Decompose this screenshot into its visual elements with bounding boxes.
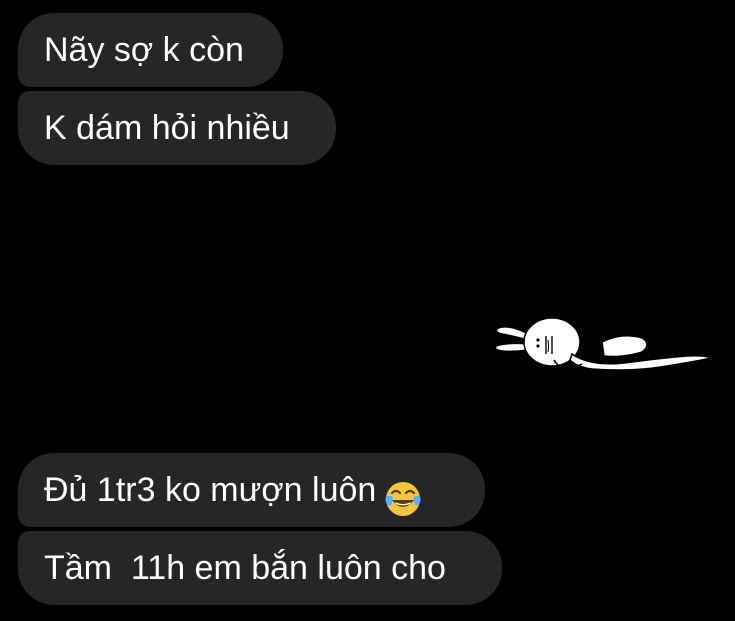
message-bubble[interactable]: Đủ 1tr3 ko mượn luôn	[18, 453, 485, 527]
face-with-tears-of-joy-icon	[384, 470, 422, 517]
message-text: Nãy sợ k còn	[44, 31, 244, 69]
message-bubble[interactable]: K dám hỏi nhiều	[18, 91, 336, 165]
message-bubble[interactable]: Nãy sợ k còn	[18, 13, 283, 87]
lying-rabbit-sticker-icon[interactable]	[492, 314, 714, 378]
message-text: Tầm 11h em bắn luôn cho	[44, 549, 446, 587]
message-text: Đủ 1tr3 ko mượn luôn	[44, 471, 377, 509]
message-text: K dám hỏi nhiều	[44, 109, 290, 147]
message-bubble[interactable]: Tầm 11h em bắn luôn cho	[18, 531, 502, 605]
